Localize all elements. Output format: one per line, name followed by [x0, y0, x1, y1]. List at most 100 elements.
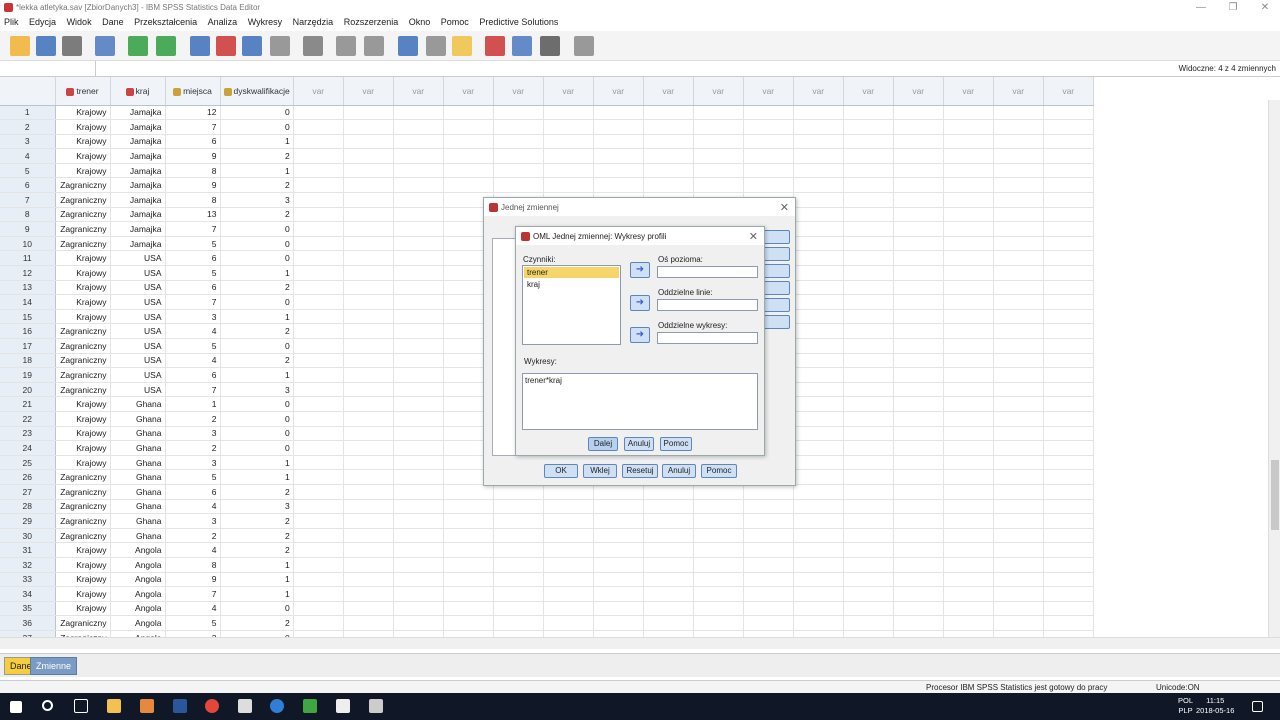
- menu-analiza[interactable]: Analiza: [204, 16, 242, 28]
- empty-cell[interactable]: [943, 177, 994, 194]
- empty-cell[interactable]: [393, 484, 444, 500]
- empty-cell[interactable]: [343, 542, 394, 558]
- row-number[interactable]: 37: [0, 630, 56, 637]
- empty-cell[interactable]: [293, 528, 344, 544]
- data-cell[interactable]: 12: [165, 105, 221, 121]
- empty-cell[interactable]: [993, 236, 1044, 252]
- empty-cell[interactable]: [993, 411, 1044, 427]
- data-cell[interactable]: Krajowy: [55, 119, 111, 135]
- empty-cell[interactable]: [293, 455, 344, 471]
- empty-cell[interactable]: [693, 557, 744, 573]
- empty-cell[interactable]: [893, 367, 944, 383]
- data-cell[interactable]: Angola: [110, 630, 166, 637]
- empty-cell[interactable]: [693, 601, 744, 617]
- empty-cell[interactable]: [393, 148, 444, 164]
- empty-cell[interactable]: [293, 586, 344, 602]
- empty-cell[interactable]: [293, 353, 344, 369]
- empty-cell[interactable]: [843, 265, 894, 281]
- empty-column-header[interactable]: var: [743, 77, 794, 106]
- data-cell[interactable]: 1: [220, 163, 294, 179]
- data-cell[interactable]: 0: [220, 426, 294, 442]
- data-cell[interactable]: Ghana: [110, 440, 166, 456]
- empty-cell[interactable]: [393, 236, 444, 252]
- empty-cell[interactable]: [993, 323, 1044, 339]
- data-cell[interactable]: USA: [110, 323, 166, 339]
- empty-cell[interactable]: [843, 542, 894, 558]
- empty-cell[interactable]: [293, 513, 344, 529]
- empty-cell[interactable]: [643, 499, 694, 515]
- empty-cell[interactable]: [293, 105, 344, 121]
- empty-cell[interactable]: [993, 148, 1044, 164]
- empty-cell[interactable]: [943, 586, 994, 602]
- empty-cell[interactable]: [893, 338, 944, 354]
- calendar-icon[interactable]: [336, 699, 350, 713]
- empty-cell[interactable]: [743, 586, 794, 602]
- empty-cell[interactable]: [393, 499, 444, 515]
- empty-cell[interactable]: [493, 557, 544, 573]
- empty-cell[interactable]: [1043, 134, 1094, 150]
- empty-cell[interactable]: [1043, 119, 1094, 135]
- empty-cell[interactable]: [893, 236, 944, 252]
- empty-cell[interactable]: [993, 630, 1044, 637]
- empty-cell[interactable]: [943, 163, 994, 179]
- empty-cell[interactable]: [993, 177, 1044, 194]
- row-number[interactable]: 14: [0, 294, 56, 310]
- data-cell[interactable]: Jamajka: [110, 192, 166, 208]
- row-number[interactable]: 26: [0, 469, 56, 485]
- data-cell[interactable]: 5: [165, 265, 221, 281]
- empty-cell[interactable]: [443, 134, 494, 150]
- empty-cell[interactable]: [993, 528, 1044, 544]
- data-cell[interactable]: Angola: [110, 601, 166, 617]
- empty-cell[interactable]: [393, 572, 444, 588]
- empty-cell[interactable]: [793, 601, 844, 617]
- weight-cases-icon[interactable]: [426, 36, 446, 56]
- empty-cell[interactable]: [1043, 615, 1094, 631]
- empty-cell[interactable]: [293, 396, 344, 412]
- empty-cell[interactable]: [543, 105, 594, 121]
- empty-cell[interactable]: [793, 294, 844, 310]
- data-cell[interactable]: 6: [165, 367, 221, 383]
- dialog-recall-icon[interactable]: [95, 36, 115, 56]
- data-cell[interactable]: 2: [220, 542, 294, 558]
- empty-cell[interactable]: [293, 236, 344, 252]
- empty-cell[interactable]: [493, 119, 544, 135]
- empty-cell[interactable]: [343, 192, 394, 208]
- row-number[interactable]: 4: [0, 148, 56, 164]
- move-to-horizontal-arrow-icon[interactable]: ➜: [630, 262, 650, 278]
- empty-cell[interactable]: [993, 105, 1044, 121]
- data-cell[interactable]: Zagraniczny: [55, 367, 111, 383]
- empty-cell[interactable]: [293, 265, 344, 281]
- data-cell[interactable]: 0: [220, 221, 294, 237]
- empty-cell[interactable]: [793, 250, 844, 267]
- empty-cell[interactable]: [293, 323, 344, 339]
- empty-cell[interactable]: [843, 455, 894, 471]
- empty-column-header[interactable]: var: [593, 77, 644, 106]
- empty-cell[interactable]: [1043, 513, 1094, 529]
- empty-cell[interactable]: [343, 586, 394, 602]
- row-number[interactable]: 12: [0, 265, 56, 281]
- empty-column-header[interactable]: var: [343, 77, 394, 106]
- data-cell[interactable]: 2: [220, 177, 294, 194]
- data-cell[interactable]: Zagraniczny: [55, 323, 111, 339]
- data-cell[interactable]: 7: [165, 294, 221, 310]
- excel-like-icon[interactable]: [303, 699, 317, 713]
- empty-cell[interactable]: [343, 382, 394, 398]
- empty-cell[interactable]: [593, 630, 644, 637]
- data-cell[interactable]: 9: [165, 148, 221, 164]
- row-number[interactable]: 20: [0, 382, 56, 398]
- empty-cell[interactable]: [293, 250, 344, 267]
- data-cell[interactable]: 0: [220, 236, 294, 252]
- empty-cell[interactable]: [593, 513, 644, 529]
- data-cell[interactable]: 3: [220, 382, 294, 398]
- empty-cell[interactable]: [793, 572, 844, 588]
- empty-column-header[interactable]: var: [1043, 77, 1094, 106]
- empty-cell[interactable]: [993, 119, 1044, 135]
- empty-cell[interactable]: [843, 440, 894, 456]
- empty-cell[interactable]: [543, 630, 594, 637]
- data-cell[interactable]: 7: [165, 119, 221, 135]
- column-header-dyskwalifikacje[interactable]: dyskwalifikacje: [220, 77, 294, 106]
- data-cell[interactable]: 1: [220, 586, 294, 602]
- empty-cell[interactable]: [793, 192, 844, 208]
- empty-cell[interactable]: [843, 148, 894, 164]
- empty-cell[interactable]: [793, 528, 844, 544]
